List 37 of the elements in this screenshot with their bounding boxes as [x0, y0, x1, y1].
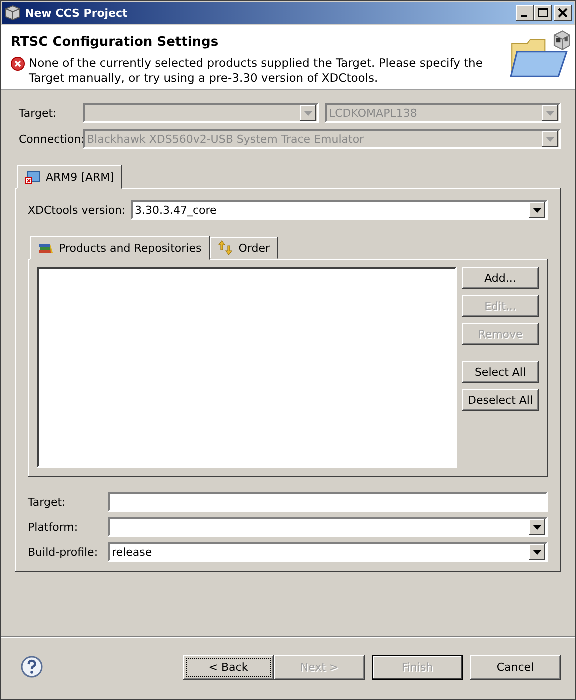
xdctools-dropdown[interactable]: 3.30.3.47_core: [131, 200, 548, 220]
product-tab[interactable]: Products and Repositories: [30, 236, 210, 260]
close-button[interactable]: [554, 5, 572, 21]
minimize-icon: [521, 15, 527, 17]
field-label: Build-profile:: [28, 546, 100, 558]
dropdown-arrow-icon: [546, 110, 554, 116]
dropdown-field[interactable]: [108, 517, 548, 537]
dropdown-field[interactable]: release: [108, 542, 548, 562]
dropdown-arrow-icon: [532, 524, 542, 530]
core-tab[interactable]: ARM9 [ARM]: [17, 165, 122, 189]
dropdown-arrow-icon: [304, 110, 312, 116]
wizard-button[interactable]: Cancel: [470, 654, 561, 680]
maximize-button[interactable]: [534, 5, 552, 21]
list-action-button[interactable]: Add...: [462, 267, 539, 289]
arrows-icon: [218, 240, 234, 256]
error-icon: [11, 57, 25, 71]
target-label: Target:: [19, 106, 58, 120]
product-tab[interactable]: Order: [210, 237, 278, 259]
xdctools-label: XDCtools version:: [28, 204, 125, 216]
field-label: Platform:: [28, 520, 80, 534]
field-label: Target:: [28, 496, 67, 508]
connection-label: Connection:: [19, 132, 83, 146]
minimize-button[interactable]: [516, 5, 534, 21]
window-title: New CCS Project: [25, 6, 129, 20]
list-action-button[interactable]: Deselect All: [462, 389, 539, 411]
dropdown-arrow-icon: [532, 208, 542, 212]
help-icon[interactable]: [21, 656, 43, 678]
wizard-button[interactable]: < Back: [183, 654, 274, 680]
dropdown-arrow-icon: [546, 136, 554, 142]
chip-icon: [25, 169, 41, 185]
page-title: RTSC Configuration Settings: [11, 35, 220, 50]
cube-icon: [5, 5, 21, 21]
input-field[interactable]: [108, 492, 548, 512]
dropdown-arrow-icon: [532, 550, 542, 554]
maximize-icon: [535, 6, 551, 20]
list-action-button[interactable]: Select All: [462, 361, 539, 383]
error-message: None of the currently selected products supplied the Target. Please specify the Target manually, or try using a pre-3.30 version of XDCtools.: [28, 56, 484, 86]
